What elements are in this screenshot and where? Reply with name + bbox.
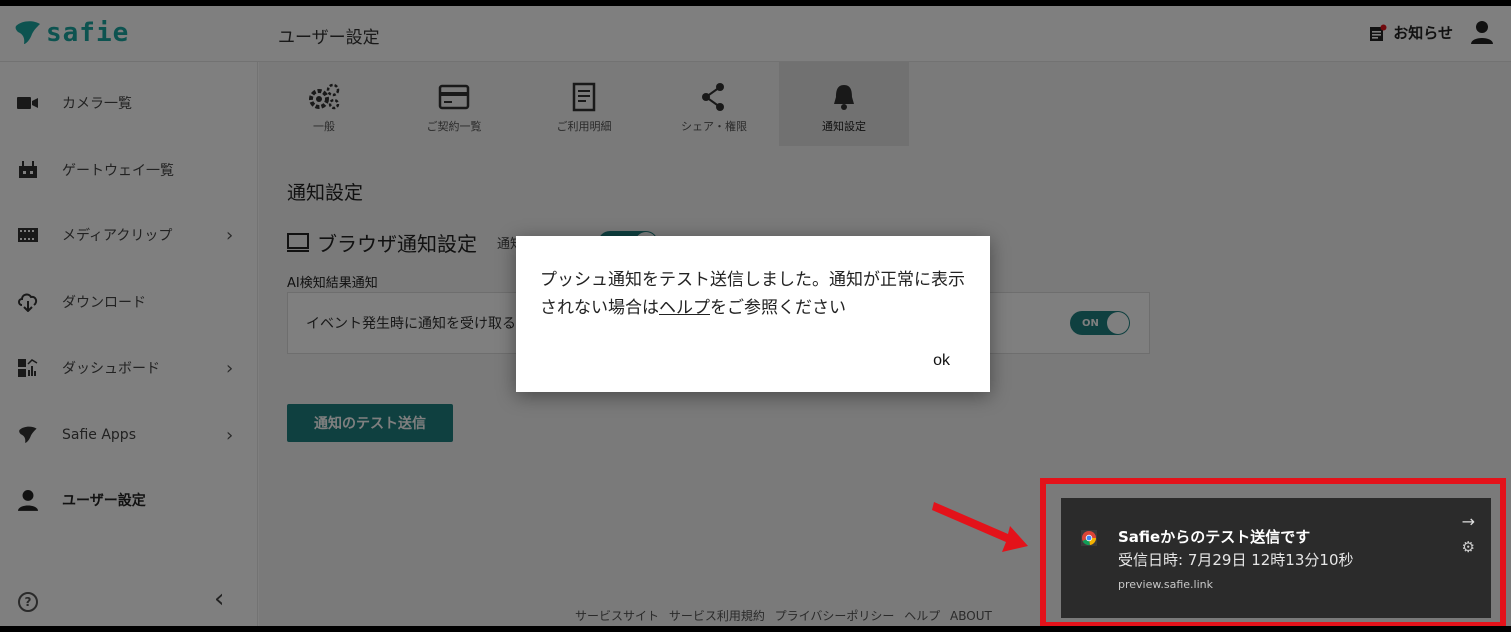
toast-body: 受信日時: 7月29日 12時13分10秒 <box>1118 551 1354 569</box>
toast-open-arrow-icon[interactable]: → <box>1462 512 1475 531</box>
annotation-arrow-icon <box>932 502 1028 552</box>
system-notification-toast[interactable]: Safieからのテスト送信です 受信日時: 7月29日 12時13分10秒 pr… <box>1061 498 1491 618</box>
dialog-help-link[interactable]: ヘルプ <box>659 298 710 318</box>
toast-settings-gear-icon[interactable]: ⚙ <box>1462 538 1475 556</box>
push-test-dialog: プッシュ通知をテスト送信しました。通知が正常に表示されない場合はヘルプをご参照く… <box>516 236 990 392</box>
app-window: safie ユーザー設定 お知らせ カメラ一覧 <box>0 6 1511 626</box>
dialog-message: プッシュ通知をテスト送信しました。通知が正常に表示されない場合はヘルプをご参照く… <box>540 266 970 322</box>
toast-url: preview.safie.link <box>1118 578 1213 591</box>
dialog-message-after: をご参照ください <box>710 298 846 318</box>
chrome-icon <box>1081 530 1097 546</box>
dialog-ok-button[interactable]: ok <box>933 352 950 370</box>
toast-title: Safieからのテスト送信です <box>1118 528 1311 546</box>
